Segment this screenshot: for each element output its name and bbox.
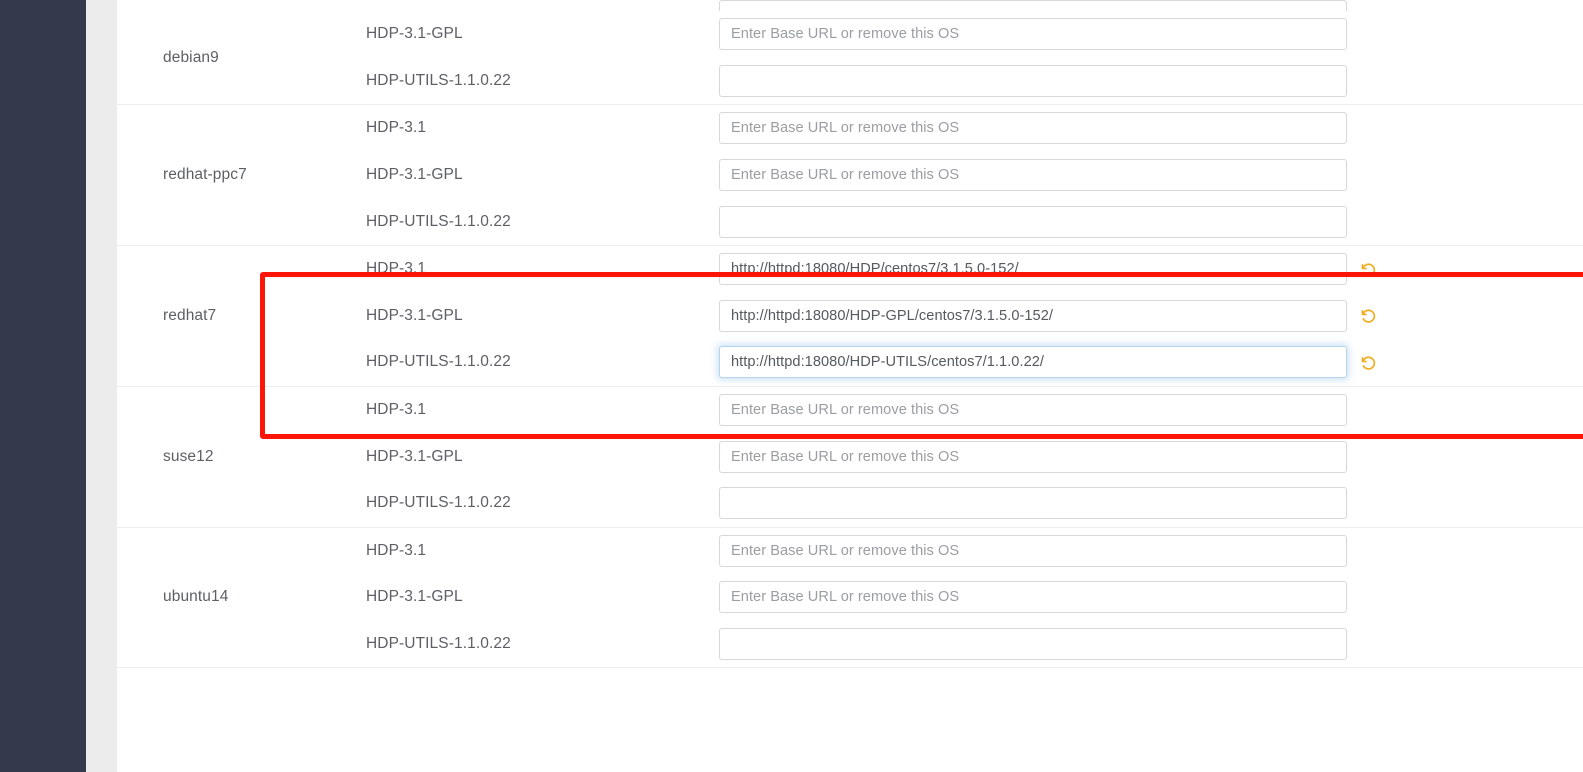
os-group-redhat7: redhat7 HDP-3.1 HDP-3.1-GPL HDP-UTILS-1.1.0… bbox=[117, 246, 1583, 387]
base-url-input[interactable] bbox=[719, 205, 1347, 238]
repository-row: HDP-3.1-GPL bbox=[366, 152, 1583, 199]
stack-rows: HDP-3.1-GPL HDP-UTILS-1.1.0.22 bbox=[366, 11, 1583, 104]
os-name-label: suse12 bbox=[163, 447, 214, 465]
stack-name-label: HDP-UTILS-1.1.0.22 bbox=[366, 494, 511, 512]
stack-rows: HDP-3.1 HDP-3.1-GPL HDP-UTILS-1.1.0.22 bbox=[366, 387, 1583, 527]
revert-icon-spacer bbox=[1355, 584, 1381, 610]
partial-scrolled-row bbox=[117, 0, 1583, 11]
revert-icon-spacer bbox=[1355, 209, 1381, 235]
base-url-cell bbox=[719, 346, 1381, 379]
stack-name-label: HDP-UTILS-1.1.0.22 bbox=[366, 71, 511, 89]
os-name-label: debian9 bbox=[163, 48, 219, 66]
repository-row: HDP-3.1 bbox=[366, 105, 1583, 152]
stack-rows: HDP-3.1 HDP-3.1-GPL HDP-UTILS-1.1.0.22 bbox=[366, 246, 1583, 386]
repositories-table: debian9HDP-3.1-GPLHDP-UTILS-1.1.0.22redh… bbox=[117, 0, 1583, 669]
repository-row: HDP-3.1 bbox=[366, 528, 1583, 575]
base-url-cell bbox=[719, 440, 1381, 473]
base-url-cell bbox=[719, 534, 1381, 567]
base-url-input[interactable] bbox=[719, 394, 1347, 427]
base-url-input[interactable] bbox=[719, 581, 1347, 614]
revert-icon-spacer bbox=[1355, 68, 1381, 94]
revert-icon-spacer bbox=[1355, 538, 1381, 564]
base-url-input[interactable] bbox=[719, 64, 1347, 97]
partial-base-url-input[interactable] bbox=[719, 0, 1347, 11]
base-url-input[interactable] bbox=[719, 534, 1347, 567]
partial-url-cell bbox=[719, 0, 1353, 11]
stack-name-label: HDP-3.1 bbox=[366, 119, 427, 137]
base-url-cell bbox=[719, 112, 1381, 145]
revert-icon-spacer bbox=[1355, 162, 1381, 188]
revert-icon-spacer bbox=[1355, 631, 1381, 657]
base-url-cell bbox=[719, 205, 1381, 238]
stack-name-label: HDP-3.1-GPL bbox=[366, 25, 463, 43]
stack-name-label: HDP-3.1-GPL bbox=[366, 588, 463, 606]
stack-name-label: HDP-3.1 bbox=[366, 401, 427, 419]
base-url-input[interactable] bbox=[719, 487, 1347, 520]
os-name-label: ubuntu14 bbox=[163, 588, 229, 606]
base-url-cell bbox=[719, 159, 1381, 192]
base-url-input[interactable] bbox=[719, 112, 1347, 145]
revert-icon-spacer bbox=[1355, 397, 1381, 423]
repository-row: HDP-UTILS-1.1.0.22 bbox=[366, 198, 1583, 245]
base-url-input[interactable] bbox=[719, 253, 1347, 286]
repository-row: HDP-UTILS-1.1.0.22 bbox=[366, 621, 1583, 668]
base-url-input[interactable] bbox=[719, 18, 1347, 51]
app-root: debian9HDP-3.1-GPLHDP-UTILS-1.1.0.22redh… bbox=[0, 0, 1583, 772]
stack-name-label: HDP-3.1 bbox=[366, 260, 427, 278]
base-url-cell bbox=[719, 394, 1381, 427]
repository-row: HDP-3.1 bbox=[366, 387, 1583, 434]
stack-name-label: HDP-3.1-GPL bbox=[366, 166, 463, 184]
revert-icon-spacer bbox=[1355, 21, 1381, 47]
stack-rows: HDP-3.1 HDP-3.1-GPL HDP-UTILS-1.1.0.22 bbox=[366, 105, 1583, 245]
base-url-input[interactable] bbox=[719, 346, 1347, 379]
base-url-input[interactable] bbox=[719, 299, 1347, 332]
base-url-cell bbox=[719, 628, 1381, 661]
revert-icon-spacer bbox=[1355, 444, 1381, 470]
base-url-input[interactable] bbox=[719, 159, 1347, 192]
base-url-cell bbox=[719, 299, 1381, 332]
os-name-label: redhat-ppc7 bbox=[163, 166, 247, 184]
os-group-ubuntu14: ubuntu14 HDP-3.1 HDP-3.1-GPL HDP-UTILS-1.1.… bbox=[117, 528, 1583, 669]
os-group-suse12: suse12 HDP-3.1 HDP-3.1-GPL HDP-UTILS-1.1.0.… bbox=[117, 387, 1583, 528]
revert-icon[interactable] bbox=[1355, 349, 1381, 375]
repository-row: HDP-3.1-GPL bbox=[366, 293, 1583, 340]
base-url-cell bbox=[719, 581, 1381, 614]
stack-name-label: HDP-3.1 bbox=[366, 541, 427, 559]
repository-row: HDP-UTILS-1.1.0.22 bbox=[366, 339, 1583, 386]
repository-row: HDP-3.1 bbox=[366, 246, 1583, 293]
base-url-cell bbox=[719, 18, 1381, 51]
repository-settings-content: debian9HDP-3.1-GPLHDP-UTILS-1.1.0.22redh… bbox=[117, 0, 1583, 772]
stack-name-label: HDP-UTILS-1.1.0.22 bbox=[366, 353, 511, 371]
stack-name-label: HDP-3.1-GPL bbox=[366, 447, 463, 465]
repository-row: HDP-UTILS-1.1.0.22 bbox=[366, 58, 1583, 105]
stack-name-label: HDP-3.1-GPL bbox=[366, 306, 463, 324]
base-url-input[interactable] bbox=[719, 628, 1347, 661]
os-group-debian9: debian9 HDP-3.1-GPL HDP-UTILS-1.1.0.22 bbox=[117, 11, 1583, 106]
repository-row: HDP-3.1-GPL bbox=[366, 433, 1583, 480]
revert-icon[interactable] bbox=[1355, 303, 1381, 329]
revert-icon[interactable] bbox=[1355, 256, 1381, 282]
base-url-cell bbox=[719, 253, 1381, 286]
base-url-cell bbox=[719, 64, 1381, 97]
revert-icon-spacer bbox=[1355, 115, 1381, 141]
left-navigation-sidebar[interactable] bbox=[0, 0, 86, 772]
os-group-redhat-ppc7: redhat-ppc7 HDP-3.1 HDP-3.1-GPL HDP-UTILS-1… bbox=[117, 105, 1583, 246]
page-gutter bbox=[86, 0, 117, 772]
repository-row: HDP-3.1-GPL bbox=[366, 11, 1583, 58]
repository-row: HDP-UTILS-1.1.0.22 bbox=[366, 480, 1583, 527]
revert-icon-spacer bbox=[1355, 490, 1381, 516]
os-name-label: redhat7 bbox=[163, 306, 217, 324]
repository-row: HDP-3.1-GPL bbox=[366, 574, 1583, 621]
stack-rows: HDP-3.1 HDP-3.1-GPL HDP-UTILS-1.1.0.22 bbox=[366, 528, 1583, 668]
base-url-cell bbox=[719, 487, 1381, 520]
stack-name-label: HDP-UTILS-1.1.0.22 bbox=[366, 635, 511, 653]
stack-name-label: HDP-UTILS-1.1.0.22 bbox=[366, 212, 511, 230]
base-url-input[interactable] bbox=[719, 440, 1347, 473]
